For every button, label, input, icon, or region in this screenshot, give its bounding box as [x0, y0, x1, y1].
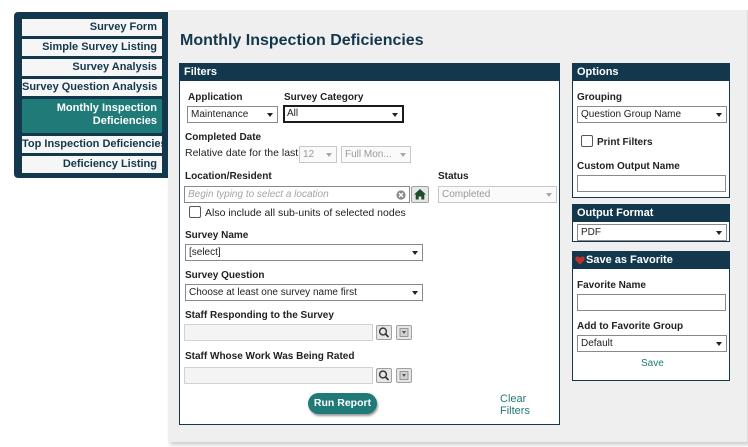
relative-date-text: Relative date for the last — [185, 147, 299, 159]
custom-output-label: Custom Output Name — [577, 161, 680, 172]
favorite-group-value: Default — [581, 338, 613, 349]
subunits-label: Also include all sub-units of selected n… — [205, 207, 406, 219]
staff-rated-label: Staff Whose Work Was Being Rated — [185, 351, 355, 362]
grouping-value: Question Group Name — [581, 109, 682, 120]
filters-header: Filters — [180, 64, 559, 81]
sidebar-item-top-inspection-deficiencies[interactable]: Top Inspection Deficiencies — [22, 136, 167, 153]
search-icon — [378, 327, 390, 338]
survey-category-label: Survey Category — [284, 92, 364, 103]
output-format-header: Output Format — [573, 205, 729, 222]
options-panel: Options Grouping Question Group Name Pri… — [572, 63, 730, 198]
heart-icon — [575, 256, 585, 265]
sidebar-item-simple-survey-listing[interactable]: Simple Survey Listing — [22, 39, 162, 56]
survey-question-select[interactable]: Choose at least one survey name first — [185, 284, 423, 301]
list-icon — [399, 328, 409, 337]
staff-rated-list-button[interactable] — [396, 368, 412, 383]
chevron-down-icon — [392, 113, 398, 117]
grouping-select[interactable]: Question Group Name — [577, 106, 727, 123]
application-label: Application — [188, 92, 243, 103]
favorite-name-label: Favorite Name — [577, 280, 646, 291]
chevron-down-icon — [412, 251, 418, 255]
favorite-header: Save as Favorite — [573, 252, 729, 269]
output-format-value: PDF — [581, 227, 601, 238]
chevron-down-icon — [326, 153, 332, 157]
completed-date-label: Completed Date — [185, 132, 262, 143]
favorite-group-label: Add to Favorite Group — [577, 321, 684, 332]
filters-panel: Filters Application Maintenance Survey C… — [179, 63, 560, 425]
staff-rated-input[interactable] — [184, 367, 373, 384]
chevron-down-icon — [267, 113, 273, 117]
sidebar-item-deficiency-listing[interactable]: Deficiency Listing — [22, 156, 162, 173]
survey-name-select[interactable]: [select] — [185, 244, 423, 261]
staff-rated-search-button[interactable] — [376, 368, 392, 383]
chevron-down-icon — [716, 113, 722, 117]
subunits-checkbox[interactable] — [189, 206, 201, 218]
staff-responding-input[interactable] — [184, 324, 373, 341]
location-placeholder: Begin typing to select a location — [188, 189, 329, 200]
chevron-down-icon — [546, 193, 552, 197]
custom-output-input[interactable] — [577, 175, 726, 192]
survey-category-select[interactable]: All — [283, 105, 404, 123]
survey-name-label: Survey Name — [185, 230, 249, 241]
chevron-down-icon — [716, 231, 722, 235]
options-header: Options — [573, 64, 729, 81]
chevron-down-icon — [716, 342, 722, 346]
location-input[interactable]: Begin typing to select a location — [184, 186, 410, 203]
list-icon — [399, 371, 409, 380]
grouping-label: Grouping — [577, 92, 622, 103]
home-icon — [414, 189, 426, 200]
print-filters-checkbox[interactable] — [581, 135, 593, 147]
survey-name-value: [select] — [189, 247, 221, 258]
location-label: Location/Resident — [185, 171, 272, 182]
staff-responding-search-button[interactable] — [376, 325, 392, 340]
favorite-panel: Save as Favorite Favorite Name Add to Fa… — [572, 251, 730, 381]
clear-icon[interactable] — [396, 190, 406, 200]
survey-category-value: All — [287, 108, 299, 119]
sidebar-item-survey-form[interactable]: Survey Form — [22, 19, 162, 36]
survey-question-label: Survey Question — [185, 270, 265, 281]
print-filters-label: Print Filters — [597, 137, 653, 148]
report-sidebar: Survey Form Simple Survey Listing Survey… — [14, 12, 168, 178]
chevron-down-icon — [400, 153, 406, 157]
status-value: Completed — [442, 189, 491, 200]
relative-count-select[interactable]: 12 — [299, 146, 337, 163]
sidebar-item-survey-question-analysis[interactable]: Survey Question Analysis — [22, 79, 162, 96]
favorite-header-label: Save as Favorite — [586, 254, 673, 266]
staff-responding-label: Staff Responding to the Survey — [185, 310, 334, 321]
location-tree-button[interactable] — [411, 186, 429, 203]
relative-count-value: 12 — [303, 149, 315, 160]
sidebar-item-monthly-inspection-deficiencies[interactable]: Monthly Inspection Deficiencies — [22, 99, 162, 133]
application-select[interactable]: Maintenance — [187, 106, 278, 123]
page-title: Monthly Inspection Deficiencies — [180, 32, 424, 49]
application-value: Maintenance — [191, 109, 249, 120]
relative-unit-value: Full Mon... — [345, 149, 392, 160]
favorite-name-input[interactable] — [577, 294, 726, 311]
search-icon — [378, 370, 390, 381]
survey-question-value: Choose at least one survey name first — [189, 287, 357, 298]
output-format-select[interactable]: PDF — [577, 224, 727, 241]
status-label: Status — [438, 171, 469, 182]
chevron-down-icon — [412, 291, 418, 295]
staff-responding-list-button[interactable] — [396, 325, 412, 340]
save-favorite-link[interactable]: Save — [641, 358, 664, 369]
status-select[interactable]: Completed — [438, 186, 557, 203]
output-format-panel: Output Format PDF — [572, 204, 730, 242]
run-report-button[interactable]: Run Report — [308, 393, 377, 414]
clear-filters-link[interactable]: Clear Filters — [500, 393, 559, 417]
favorite-group-select[interactable]: Default — [577, 335, 727, 352]
relative-unit-select[interactable]: Full Mon... — [341, 146, 411, 163]
sidebar-item-survey-analysis[interactable]: Survey Analysis — [22, 59, 162, 76]
